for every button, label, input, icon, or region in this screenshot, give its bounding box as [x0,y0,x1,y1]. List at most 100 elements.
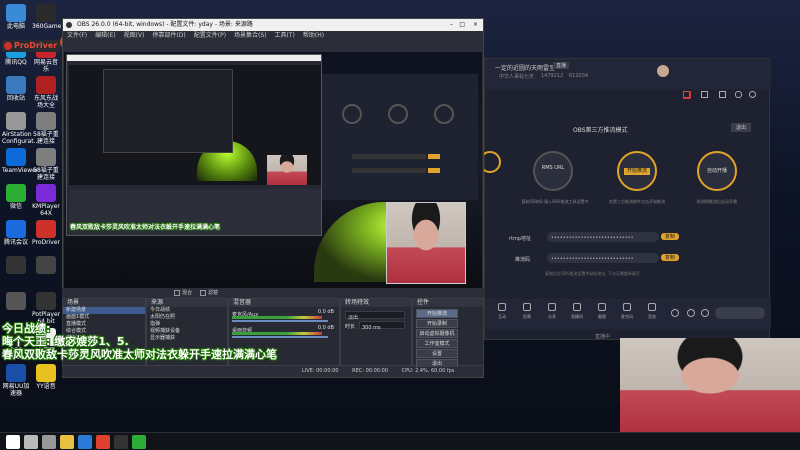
scene-item[interactable]: 直播模式 [63,321,145,328]
taskview-icon[interactable] [42,435,56,449]
desktop-icon[interactable]: ProDriver [32,220,60,246]
ie-icon[interactable] [78,435,92,449]
scene-item[interactable]: 画面1模式 [63,314,145,321]
menu-item[interactable]: 帮助(H) [303,32,324,39]
panel-tool[interactable]: 直播间 [566,303,588,320]
explorer-icon[interactable] [60,435,74,449]
obs-icon[interactable] [114,435,128,449]
step-2: RMS URL [533,151,573,191]
panel-tool[interactable]: 投票 [516,303,538,320]
desktop-icon[interactable]: 腾讯会议 [2,220,30,246]
stream-panel-header: 一定的近圆的天雨雷至 直播 中华人事帖七天 1479212 612034 [485,59,771,99]
go-live-button[interactable] [715,307,765,319]
desktop-icon[interactable]: 回收站 [2,76,30,102]
obs-title: OBS 26.0.0 (64-bit, windows) - 配置文件: yda… [77,21,253,28]
obs-preview [64,52,482,290]
menu-item[interactable]: 停靠部件(D) [152,32,185,39]
source-item[interactable]: 太阳仍在照 [147,314,227,321]
lock-icon[interactable] [701,91,708,98]
bottom-toolbar: 互动 投票 分享 直播间 截图 麦克风 音效 [485,299,771,329]
desktop-icon[interactable]: AirStation Configurat... [2,112,39,145]
rtmp-copy-button[interactable]: 复制 [661,233,680,240]
maximize-icon[interactable]: □ [459,19,465,31]
step-4: 自动开播 [697,151,737,191]
mixer-channel: 麦克风/Aux 0.0 dB [232,309,336,323]
key-copy-button[interactable]: 复制 [661,254,680,261]
desktop-icon[interactable]: KMPlayer 64X [32,184,60,217]
desktop-icon[interactable]: 网易UU加速器 [2,364,30,397]
start-icon[interactable] [6,435,20,449]
desktop-icon[interactable]: 360Game [32,4,61,30]
desktop-icon[interactable]: 微信 [2,184,30,210]
desktop-icon[interactable]: YY语音 [32,364,60,390]
prodriver-icon [4,42,12,50]
transition-select[interactable]: 淡出 [345,311,405,321]
desktop-icon[interactable]: 此电脑 [2,4,30,30]
sources-header: 来源 [147,299,227,307]
gift-icon[interactable] [683,91,690,98]
filter-label[interactable]: 滤镜 [208,289,218,296]
scene-item[interactable]: 新建场景 [63,307,145,314]
app-icon [6,112,26,130]
mix-label[interactable]: 混合 [182,289,192,296]
source-item[interactable]: 指弹 [147,321,227,328]
menu-item[interactable]: 编辑(E) [95,32,115,39]
source-item[interactable]: 视频捕获设备 [147,328,227,335]
key-field[interactable]: •••••••••••••••••••••••••••• [547,253,659,263]
close-icon[interactable]: × [473,19,478,31]
avatar[interactable] [657,65,669,77]
menu-item[interactable]: 配置文件(P) [194,32,226,39]
desktop-icon-label: 东风东战场大全 [33,95,58,109]
mix-icon[interactable] [174,290,180,296]
menu-item[interactable]: 场景集合(S) [234,32,267,39]
desktop-icon[interactable]: 东风东战场大全 [32,76,60,109]
tool-icon [648,303,656,311]
desktop-icon[interactable]: 58福子重建连接 [32,112,60,145]
desktop-icon[interactable]: TeamViewer [2,148,38,174]
volume-slider[interactable] [232,336,328,338]
control-button[interactable]: 工作室模式 [416,339,458,348]
app-icon [36,364,56,382]
source-item[interactable]: 今日战绩 [147,307,227,314]
rtmp-field[interactable]: •••••••••••••••••••••••••••• [547,232,659,242]
exit-mode-button[interactable]: 退出 [731,123,752,132]
settings-icon[interactable] [671,309,679,317]
mixer-header: 混音器 [229,299,339,307]
filter-icon[interactable] [200,290,206,296]
menu-item[interactable]: 视图(V) [124,32,145,39]
panel-tool[interactable]: 截图 [591,303,613,320]
desktop-icon[interactable]: 58福子重建连接 [32,148,60,181]
scenes-header: 场景 [63,299,145,307]
control-button[interactable]: 开始录制 [416,319,458,328]
desktop-icon[interactable] [32,256,60,275]
menu-item[interactable]: 文件(F) [67,32,87,39]
control-button[interactable]: 开始推流 [416,309,458,318]
step-4-sub: 检测到推流后自动开播 [697,199,737,204]
duration-field[interactable]: 300 ms [359,321,405,331]
minimize-icon[interactable]: – [450,19,453,31]
wechat-icon[interactable] [132,435,146,449]
panel-tool[interactable]: 分享 [541,303,563,320]
lock-icon-2[interactable] [719,91,726,98]
prodriver-badge[interactable]: ProDriver [2,40,60,52]
control-button[interactable]: 设置 [416,349,458,358]
control-button[interactable]: 启动虚拟摄像机 [416,329,458,338]
search-icon[interactable] [24,435,38,449]
chrome-icon[interactable] [96,435,110,449]
power-icon[interactable] [701,309,709,317]
obs-statusbar: LIVE: 00:00:00 REC: 00:00:00 CPU: 2.4%, … [62,367,482,376]
panel-tool[interactable]: 音效 [641,303,663,320]
panel-tool[interactable]: 麦克风 [616,303,638,320]
share-icon[interactable] [749,91,756,98]
source-item[interactable]: 显示器捕获 [147,335,227,342]
step-3-sub: 在第三方推流软件点击开始推流 [609,199,665,204]
nested-inner-window [103,69,233,153]
gear-icon[interactable] [687,309,695,317]
volume-slider[interactable] [232,320,328,322]
tool-icon [523,303,531,311]
bell-icon[interactable] [735,91,742,98]
desktop-icon[interactable] [2,292,30,311]
menu-item[interactable]: 工具(T) [275,32,295,39]
desktop-icon[interactable] [2,256,30,275]
panel-tool[interactable]: 互动 [491,303,513,320]
